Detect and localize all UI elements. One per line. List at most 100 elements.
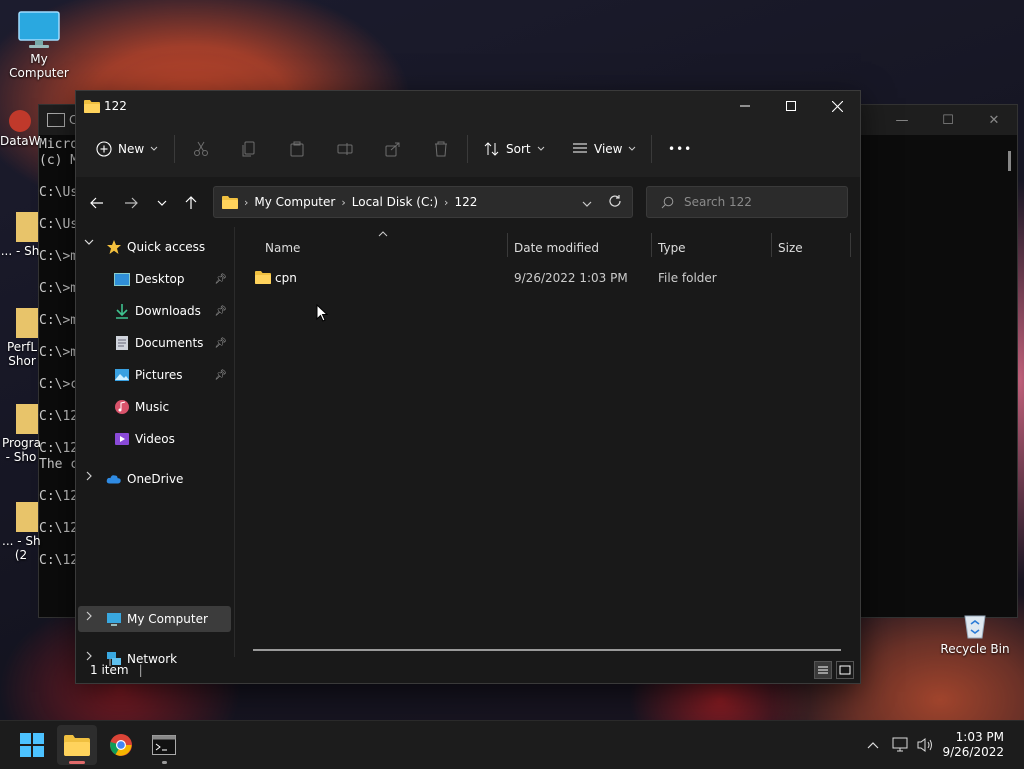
column-label: Size — [778, 241, 803, 255]
clock[interactable]: 1:03 PM 9/26/2022 — [942, 730, 1004, 760]
minimize-button[interactable] — [722, 91, 768, 121]
desktop-icon-dataw[interactable]: DataW — [0, 110, 41, 148]
table-row[interactable]: cpn 9/26/2022 1:03 PM File folder — [249, 267, 849, 289]
close-button[interactable] — [814, 91, 860, 121]
refresh-button[interactable] — [608, 194, 622, 211]
desktop-icon-label: My Computer — [9, 52, 69, 80]
desktop-icon-perfl[interactable]: PerfL Shor — [4, 308, 40, 368]
cmd-line — [39, 169, 78, 185]
folder-icon — [255, 271, 271, 284]
column-header-name[interactable]: Name — [265, 237, 505, 259]
more-options-button[interactable]: ••• — [668, 135, 692, 163]
cmd-line: Micro — [39, 137, 79, 152]
maximize-button[interactable] — [768, 91, 814, 121]
desktop-icon-recycle-bin[interactable]: Recycle Bin — [940, 612, 1010, 656]
sidebar-item-pictures[interactable]: Pictures 📌︎ — [78, 362, 231, 388]
new-button[interactable]: New — [96, 135, 158, 163]
column-divider[interactable] — [771, 233, 772, 257]
column-header-type[interactable]: Type — [658, 237, 768, 259]
sidebar-item-onedrive[interactable]: OneDrive — [78, 466, 231, 492]
sidebar-label: My Computer — [127, 612, 208, 626]
sidebar-item-downloads[interactable]: Downloads 📌︎ — [78, 298, 231, 324]
desktop-icon-shortcut-2[interactable]: ... - Sh (2 — [2, 502, 41, 562]
sidebar-item-music[interactable]: Music — [78, 394, 231, 420]
navigation-pane[interactable]: Quick access Desktop 📌︎ Downloads 📌︎ Doc… — [76, 227, 234, 666]
view-button[interactable]: View — [572, 135, 636, 163]
column-divider[interactable] — [850, 233, 851, 257]
breadcrumb-current-folder[interactable]: 122 — [454, 195, 477, 209]
column-divider[interactable] — [507, 233, 508, 257]
taskbar-file-explorer[interactable] — [57, 725, 97, 765]
folder-icon — [222, 196, 238, 209]
cmd-scrollbar[interactable] — [1008, 151, 1011, 171]
breadcrumb-local-disk[interactable]: Local Disk (C:) — [352, 195, 438, 209]
paste-button[interactable] — [289, 135, 305, 163]
back-button[interactable] — [85, 191, 109, 215]
forward-button[interactable] — [119, 191, 143, 215]
sidebar-label: Desktop — [135, 272, 185, 286]
network-status-button[interactable] — [890, 721, 912, 769]
sidebar-item-quick-access[interactable]: Quick access — [78, 234, 231, 260]
volume-button[interactable] — [915, 721, 937, 769]
cmd-close-button[interactable]: ✕ — [971, 105, 1017, 135]
sidebar-label: OneDrive — [127, 472, 184, 486]
file-explorer-window[interactable]: 122 New Sort View ••• › My Computer › Lo… — [75, 90, 861, 684]
taskbar-terminal[interactable] — [144, 725, 184, 765]
taskbar: 1:03 PM 9/26/2022 — [0, 720, 1024, 769]
desktop-icon-my-computer[interactable]: My Computer — [2, 10, 76, 80]
arrow-right-icon — [125, 197, 138, 209]
sidebar-label: Downloads — [135, 304, 201, 318]
cmd-line — [39, 537, 78, 553]
up-button[interactable] — [179, 191, 203, 215]
toolbar-divider — [651, 135, 652, 163]
taskbar-chrome[interactable] — [101, 725, 141, 765]
cut-button[interactable] — [193, 135, 209, 163]
sort-button[interactable]: Sort — [484, 135, 545, 163]
explorer-titlebar[interactable]: 122 — [76, 91, 860, 121]
trash-icon — [435, 141, 447, 157]
search-box[interactable]: Search 122 — [646, 186, 848, 218]
details-view-button[interactable] — [814, 661, 832, 679]
breadcrumb-my-computer[interactable]: My Computer — [254, 195, 335, 209]
cmd-maximize-button[interactable]: ☐ — [925, 105, 971, 135]
share-button[interactable] — [385, 135, 401, 163]
sidebar-item-desktop[interactable]: Desktop 📌︎ — [78, 266, 231, 292]
desktop-icon-programs[interactable]: Progra - Sho — [2, 404, 41, 464]
rename-button[interactable] — [337, 135, 353, 163]
toolbar-divider — [467, 135, 468, 163]
sidebar-item-videos[interactable]: Videos — [78, 426, 231, 452]
video-icon — [115, 433, 129, 445]
cmd-line — [39, 201, 78, 217]
copy-button[interactable] — [241, 135, 257, 163]
recycle-bin-icon — [964, 615, 986, 639]
file-list[interactable]: Name Date modified Type Size cpn 9/26/20… — [235, 227, 860, 657]
cmd-minimize-button[interactable]: — — [879, 105, 925, 135]
show-hidden-icons-button[interactable] — [862, 721, 884, 769]
column-header-date[interactable]: Date modified — [514, 237, 644, 259]
address-history-button[interactable] — [582, 196, 592, 210]
column-header-size[interactable]: Size — [778, 237, 848, 259]
delete-button[interactable] — [433, 135, 449, 163]
sidebar-item-documents[interactable]: Documents 📌︎ — [78, 330, 231, 356]
start-button[interactable] — [12, 725, 52, 765]
cmd-line — [39, 473, 78, 489]
tiles-view-button[interactable] — [836, 661, 854, 679]
desktop-icon-shortcut[interactable]: ... - Sh — [0, 212, 40, 258]
recent-locations-button[interactable] — [150, 191, 174, 215]
navigation-bar: › My Computer › Local Disk (C:) › 122 Se… — [76, 177, 860, 227]
download-icon — [116, 304, 128, 319]
network-wired-icon — [892, 737, 908, 752]
status-bar: 1 item | — [76, 657, 860, 683]
address-bar[interactable]: › My Computer › Local Disk (C:) › 122 — [213, 186, 633, 218]
cmd-line — [39, 393, 78, 409]
cmd-line: C:\12 — [39, 441, 79, 456]
cmd-line: C:\Us — [39, 185, 79, 200]
cmd-output[interactable]: Micro (c) M C:\Us C:\Us C:\>m C:\>m C:\>m C:\>m… — [39, 137, 78, 569]
file-name: cpn — [275, 271, 297, 285]
sidebar-item-my-computer[interactable]: My Computer — [78, 606, 231, 632]
sort-label: Sort — [506, 142, 531, 156]
chevron-up-icon — [867, 742, 879, 749]
column-divider[interactable] — [651, 233, 652, 257]
horizontal-scrollbar[interactable] — [253, 649, 841, 651]
desktop-icon-label: DataW — [0, 134, 41, 148]
